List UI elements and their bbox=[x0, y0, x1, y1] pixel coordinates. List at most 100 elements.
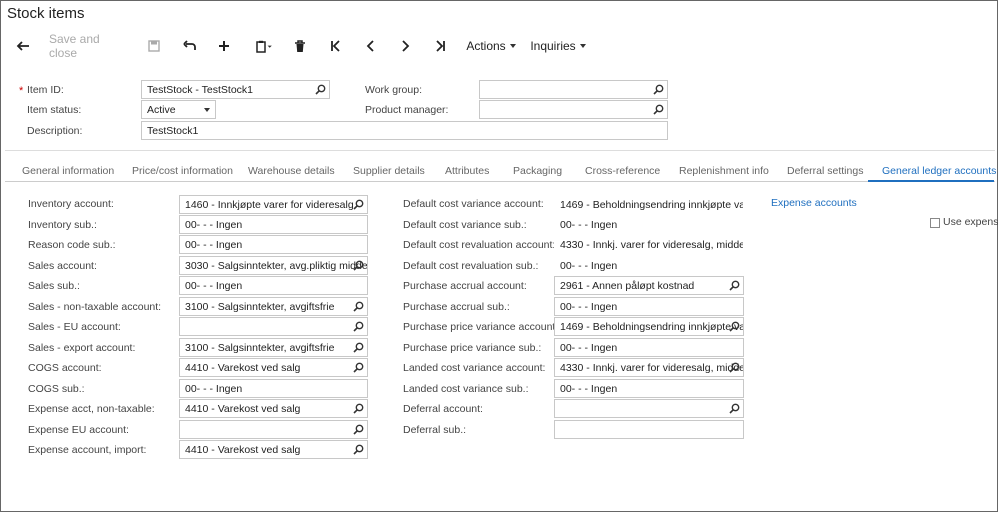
reason-code-sub-field[interactable]: 00- - - Ingen bbox=[179, 235, 368, 254]
search-icon[interactable] bbox=[353, 321, 364, 332]
purchase-price-variance-account-label: Purchase price variance account: bbox=[403, 321, 559, 333]
required-marker: * bbox=[19, 85, 24, 97]
last-record-button[interactable] bbox=[431, 35, 449, 57]
sales-non-taxable-account-value: 3100 - Salgsinntekter, avgiftsfrie bbox=[185, 301, 335, 313]
search-icon[interactable] bbox=[353, 403, 364, 414]
deferral-account-field[interactable] bbox=[554, 399, 744, 418]
purchase-accrual-sub-value: 00- - - Ingen bbox=[560, 301, 618, 313]
search-icon[interactable] bbox=[353, 301, 364, 312]
cogs-sub-field[interactable]: 00- - - Ingen bbox=[179, 379, 368, 398]
work-group-field[interactable] bbox=[479, 80, 668, 99]
tab-price-cost-information[interactable]: Price/cost information bbox=[132, 165, 233, 177]
sales-sub-field[interactable]: 00- - - Ingen bbox=[179, 276, 368, 295]
item-id-field[interactable]: TestStock - TestStock1 bbox=[141, 80, 330, 99]
deferral-account-label: Deferral account: bbox=[403, 403, 483, 415]
save-button[interactable] bbox=[145, 35, 163, 57]
default-cost-variance-sub-value: 00- - - Ingen bbox=[560, 219, 618, 231]
default-cost-revaluation-account-label: Default cost revaluation account: bbox=[403, 239, 556, 251]
actions-menu[interactable]: Actions bbox=[465, 35, 517, 57]
description-field[interactable]: TestStock1 bbox=[141, 121, 668, 140]
caret-down-icon bbox=[579, 44, 586, 48]
previous-record-button[interactable] bbox=[362, 35, 380, 57]
tab-replenishment-info[interactable]: Replenishment info bbox=[679, 165, 769, 177]
expense-eu-account-field[interactable] bbox=[179, 420, 368, 439]
search-icon[interactable] bbox=[729, 403, 740, 414]
caret-down-icon bbox=[509, 44, 516, 48]
purchase-accrual-sub-field[interactable]: 00- - - Ingen bbox=[554, 297, 744, 316]
default-cost-revaluation-sub-field: 00- - - Ingen bbox=[554, 256, 744, 275]
expense-account-import-field[interactable]: 4410 - Varekost ved salg bbox=[179, 440, 368, 459]
expense-acct-non-taxable-field[interactable]: 4410 - Varekost ved salg bbox=[179, 399, 368, 418]
copy-paste-button[interactable] bbox=[251, 35, 279, 57]
inventory-sub-field[interactable]: 00- - - Ingen bbox=[179, 215, 368, 234]
search-icon[interactable] bbox=[653, 104, 664, 115]
add-button[interactable] bbox=[215, 35, 233, 57]
search-icon[interactable] bbox=[353, 424, 364, 435]
purchase-accrual-account-value: 2961 - Annen påløpt kostnad bbox=[560, 280, 695, 292]
search-icon[interactable] bbox=[653, 84, 664, 95]
tab-attributes[interactable]: Attributes bbox=[445, 165, 489, 177]
purchase-price-variance-sub-field[interactable]: 00- - - Ingen bbox=[554, 338, 744, 357]
landed-cost-variance-account-field[interactable]: 4330 - Innkj. varer for videresalg, midd… bbox=[554, 358, 744, 377]
landed-cost-variance-account-value: 4330 - Innkj. varer for videresalg, midd… bbox=[560, 362, 743, 374]
tab-cross-reference[interactable]: Cross-reference bbox=[585, 165, 660, 177]
search-icon[interactable] bbox=[729, 280, 740, 291]
default-cost-revaluation-account-value: 4330 - Innkj. varer for videresalg, midd… bbox=[560, 239, 743, 251]
search-icon[interactable] bbox=[353, 199, 364, 210]
next-record-button[interactable] bbox=[396, 35, 414, 57]
sales-non-taxable-account-field[interactable]: 3100 - Salgsinntekter, avgiftsfrie bbox=[179, 297, 368, 316]
undo-button[interactable] bbox=[180, 35, 198, 57]
delete-button[interactable] bbox=[291, 35, 309, 57]
sales-export-account-field[interactable]: 3100 - Salgsinntekter, avgiftsfrie bbox=[179, 338, 368, 357]
tab-supplier-details[interactable]: Supplier details bbox=[353, 165, 425, 177]
last-icon bbox=[436, 40, 445, 52]
search-icon[interactable] bbox=[315, 84, 326, 95]
tab-deferral-settings[interactable]: Deferral settings bbox=[787, 165, 863, 177]
inventory-account-label: Inventory account: bbox=[28, 198, 114, 210]
purchase-price-variance-sub-label: Purchase price variance sub.: bbox=[403, 342, 542, 354]
item-status-select[interactable]: Active bbox=[141, 100, 216, 119]
search-icon[interactable] bbox=[353, 362, 364, 373]
cogs-sub-label: COGS sub.: bbox=[28, 383, 85, 395]
expense-eu-account-label: Expense EU account: bbox=[28, 424, 129, 436]
default-cost-variance-account-field: 1469 - Beholdningsendring innkjøpte vare… bbox=[554, 195, 744, 214]
inquiries-label: Inquiries bbox=[530, 39, 576, 53]
cogs-account-field[interactable]: 4410 - Varekost ved salg bbox=[179, 358, 368, 377]
expense-accounts-link[interactable]: Expense accounts bbox=[771, 197, 857, 209]
purchase-price-variance-account-field[interactable]: 1469 - Beholdningsendring innkjøpte vare bbox=[554, 317, 744, 336]
search-icon[interactable] bbox=[353, 260, 364, 271]
inventory-account-field[interactable]: 1460 - Innkjøpte varer for videresalg bbox=[179, 195, 368, 214]
first-record-button[interactable] bbox=[327, 35, 345, 57]
tab-general-information[interactable]: General information bbox=[22, 165, 114, 177]
sales-account-field[interactable]: 3030 - Salgsinntekter, avg.pliktig midde… bbox=[179, 256, 368, 275]
purchase-accrual-sub-label: Purchase accrual sub.: bbox=[403, 301, 510, 313]
landed-cost-variance-sub-field[interactable]: 00- - - Ingen bbox=[554, 379, 744, 398]
tab-general-ledger-accounts[interactable]: General ledger accounts bbox=[882, 165, 996, 177]
actions-label: Actions bbox=[466, 39, 506, 53]
save-and-close-button[interactable]: Save and close bbox=[49, 32, 131, 60]
tab-warehouse-details[interactable]: Warehouse details bbox=[248, 165, 335, 177]
search-icon[interactable] bbox=[729, 362, 740, 373]
use-expense-label: Use expense bbox=[943, 216, 998, 228]
sales-account-label: Sales account: bbox=[28, 260, 97, 272]
search-icon[interactable] bbox=[353, 444, 364, 455]
product-manager-field[interactable] bbox=[479, 100, 668, 119]
back-button[interactable] bbox=[13, 35, 33, 57]
search-icon[interactable] bbox=[353, 342, 364, 353]
use-expense-checkbox[interactable] bbox=[930, 218, 940, 228]
clipboard-icon bbox=[256, 40, 272, 53]
inquiries-menu[interactable]: Inquiries bbox=[529, 35, 587, 57]
deferral-sub-field[interactable] bbox=[554, 420, 744, 439]
active-tab-indicator bbox=[868, 180, 994, 182]
sales-eu-account-label: Sales - EU account: bbox=[28, 321, 121, 333]
purchase-accrual-account-field[interactable]: 2961 - Annen påløpt kostnad bbox=[554, 276, 744, 295]
chevron-right-icon bbox=[402, 40, 410, 52]
default-cost-variance-account-value: 1469 - Beholdningsendring innkjøpte vare… bbox=[560, 199, 743, 211]
landed-cost-variance-sub-label: Landed cost variance sub.: bbox=[403, 383, 529, 395]
sales-eu-account-field[interactable] bbox=[179, 317, 368, 336]
back-arrow-icon bbox=[16, 41, 29, 51]
tab-packaging[interactable]: Packaging bbox=[513, 165, 562, 177]
sales-export-account-value: 3100 - Salgsinntekter, avgiftsfrie bbox=[185, 342, 335, 354]
sales-sub-value: 00- - - Ingen bbox=[185, 280, 243, 292]
search-icon[interactable] bbox=[729, 321, 740, 332]
